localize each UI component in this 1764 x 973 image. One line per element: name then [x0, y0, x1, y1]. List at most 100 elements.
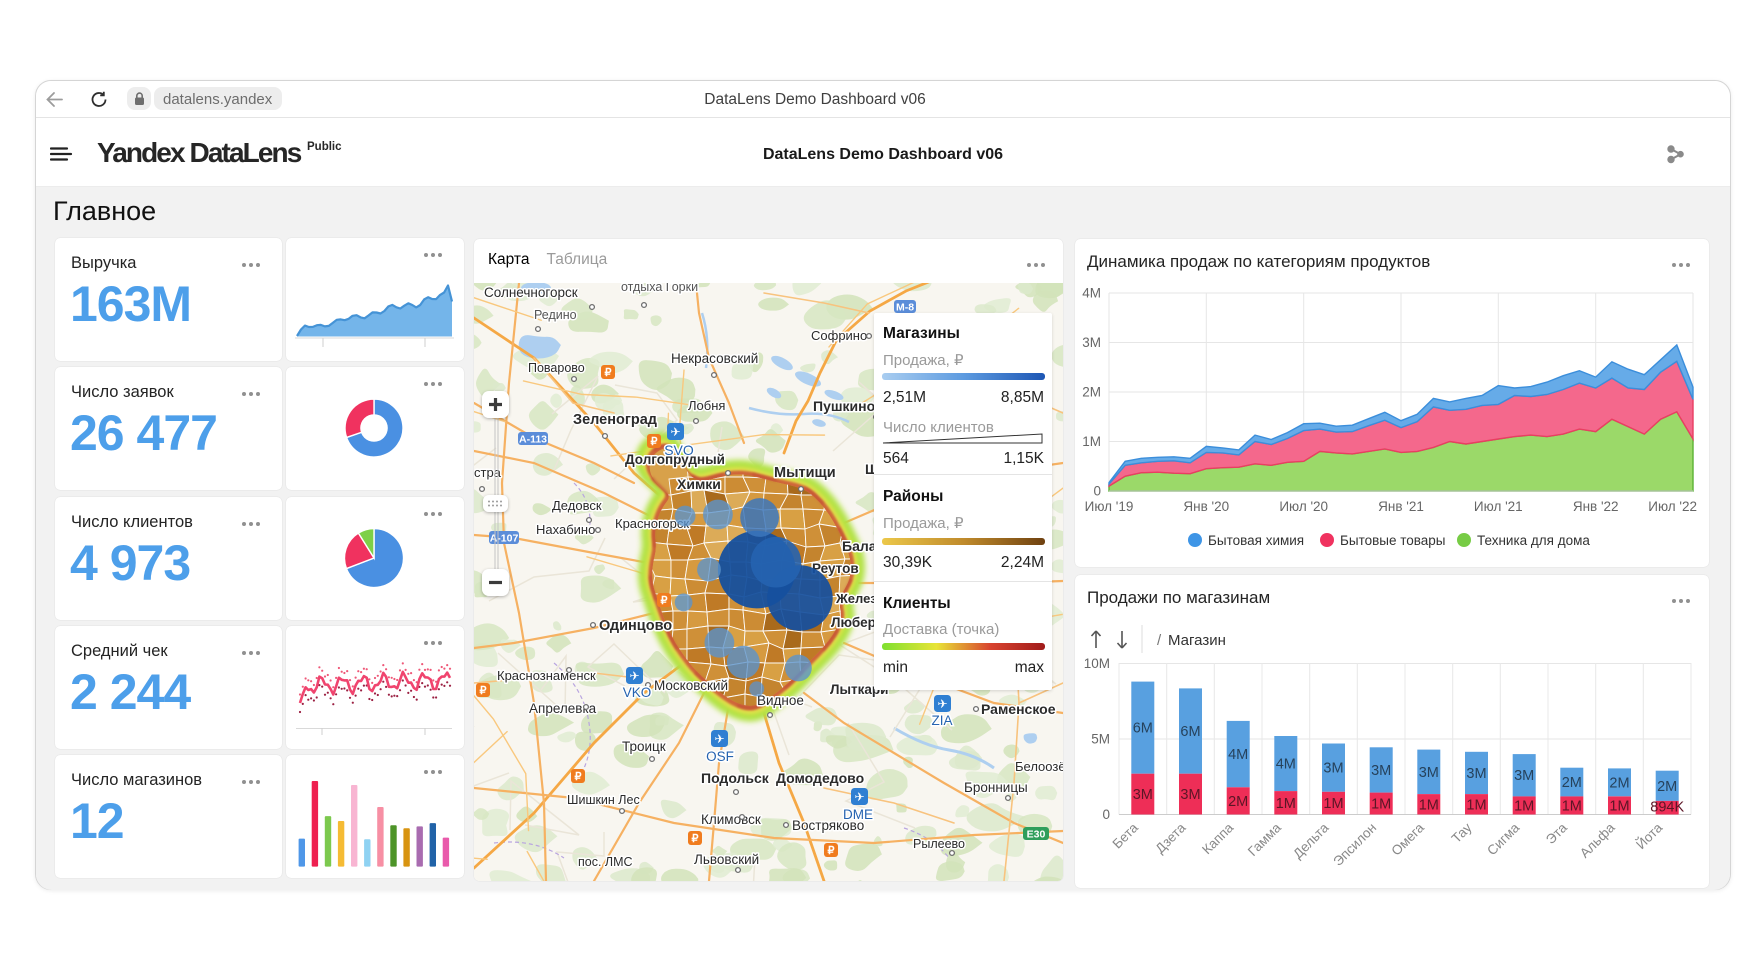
svg-text:1M: 1M [1466, 797, 1486, 813]
svg-text:₽: ₽ [692, 833, 699, 845]
svg-text:Краснознаменск: Краснознаменск [497, 668, 596, 683]
svg-text:DME: DME [843, 807, 873, 822]
svg-text:Подольск: Подольск [701, 770, 770, 786]
svg-text:3M: 3M [1419, 765, 1439, 781]
svg-text:2M: 2M [1228, 794, 1248, 810]
svg-text:Видное: Видное [757, 693, 804, 708]
svg-text:Рылеево: Рылеево [913, 837, 965, 851]
svg-text:2M: 2M [1657, 779, 1677, 795]
svg-text:VKO: VKO [623, 685, 652, 700]
svg-text:₽: ₽ [828, 845, 835, 857]
svg-text:Дзета: Дзета [1152, 820, 1189, 857]
svg-text:Альфа: Альфа [1577, 820, 1618, 861]
svg-text:2M: 2M [1609, 775, 1629, 791]
svg-text:Июл '20: Июл '20 [1279, 499, 1328, 514]
svg-text:✈: ✈ [714, 732, 724, 746]
svg-text:₽: ₽ [605, 367, 612, 379]
svg-text:Июл '21: Июл '21 [1474, 499, 1523, 514]
svg-text:1M: 1M [1371, 797, 1391, 813]
svg-text:✈: ✈ [670, 425, 680, 439]
svg-text:А-107: А-107 [490, 533, 519, 545]
svg-text:1M: 1M [1562, 798, 1582, 814]
svg-text:Шишкин Лес: Шишкин Лес [567, 793, 640, 807]
svg-text:4M: 4M [1228, 747, 1248, 763]
svg-text:✈: ✈ [937, 697, 947, 711]
svg-text:Одинцово: Одинцово [599, 618, 672, 634]
svg-text:Йота: Йота [1633, 820, 1665, 852]
svg-text:1M: 1M [1276, 796, 1296, 812]
svg-text:А-113: А-113 [519, 434, 547, 446]
svg-text:Июл '22: Июл '22 [1648, 499, 1697, 514]
svg-text:1M: 1M [1082, 434, 1101, 449]
svg-text:Каппа: Каппа [1199, 820, 1236, 857]
svg-text:4M: 4M [1082, 286, 1101, 301]
svg-text:Янв '20: Янв '20 [1183, 499, 1229, 514]
svg-text:Июл '19: Июл '19 [1085, 499, 1134, 514]
svg-text:6M: 6M [1180, 724, 1200, 740]
svg-text:Бета: Бета [1109, 820, 1141, 852]
svg-text:Бытовые товары: Бытовые товары [1340, 533, 1446, 548]
svg-text:0: 0 [1102, 807, 1110, 822]
svg-text:Солнечногорск: Солнечногорск [484, 285, 578, 300]
svg-text:Дедовск: Дедовск [552, 498, 602, 513]
svg-text:3M: 3M [1514, 768, 1534, 784]
svg-text:Белоозёр: Белоозёр [1015, 759, 1063, 774]
svg-text:4M: 4M [1276, 757, 1296, 773]
svg-text:Домодедово: Домодедово [776, 770, 864, 786]
svg-text:6M: 6M [1133, 721, 1153, 737]
svg-text:Бронницы: Бронницы [964, 780, 1028, 795]
svg-text:Дельта: Дельта [1290, 820, 1332, 862]
svg-text:E30: E30 [1027, 829, 1046, 841]
svg-text:2M: 2M [1082, 385, 1101, 400]
svg-text:Лобня: Лобня [688, 398, 725, 413]
svg-text:✈: ✈ [629, 669, 639, 683]
svg-text:пос. ЛМС: пос. ЛМС [578, 855, 633, 869]
svg-text:1M: 1M [1609, 798, 1629, 814]
svg-text:ZIA: ZIA [931, 713, 952, 728]
svg-text:₽: ₽ [651, 436, 658, 448]
svg-text:3M: 3M [1371, 763, 1391, 779]
svg-text:Пушкино: Пушкино [813, 398, 875, 414]
svg-text:1M: 1M [1514, 798, 1534, 814]
svg-text:Техника для дома: Техника для дома [1477, 533, 1590, 548]
svg-text:Эта: Эта [1543, 820, 1570, 847]
svg-text:Московский: Московский [654, 678, 728, 693]
svg-text:Львовский: Львовский [694, 852, 759, 867]
svg-text:OSF: OSF [706, 749, 734, 764]
svg-text:₽: ₽ [480, 685, 487, 697]
svg-text:Поварово: Поварово [528, 361, 585, 375]
svg-text:Редино: Редино [534, 308, 577, 322]
svg-text:1M: 1M [1419, 797, 1439, 813]
svg-text:Климовск: Климовск [701, 812, 761, 827]
svg-text:Эпсилон: Эпсилон [1330, 820, 1379, 869]
svg-text:0: 0 [1093, 484, 1101, 499]
svg-text:10M: 10M [1084, 656, 1110, 671]
svg-text:Омега: Омега [1388, 820, 1427, 859]
svg-text:2M: 2M [1562, 775, 1582, 791]
svg-text:Троицк: Троицк [622, 739, 666, 754]
svg-text:3M: 3M [1133, 787, 1153, 803]
svg-text:Бытовая химия: Бытовая химия [1208, 533, 1304, 548]
svg-text:Гамма: Гамма [1245, 820, 1284, 859]
svg-text:/: / [1157, 632, 1162, 649]
svg-text:Раменское: Раменское [981, 701, 1056, 717]
svg-text:Янв '21: Янв '21 [1378, 499, 1424, 514]
svg-text:3M: 3M [1082, 335, 1101, 350]
svg-text:✈: ✈ [854, 790, 864, 804]
svg-text:₽: ₽ [575, 771, 582, 783]
svg-text:894K: 894K [1650, 800, 1684, 816]
svg-text:Софрино: Софрино [811, 328, 867, 343]
svg-text:М-8: М-8 [896, 302, 914, 314]
svg-text:Янв '22: Янв '22 [1573, 499, 1619, 514]
svg-text:Некрасовский: Некрасовский [671, 351, 758, 366]
svg-text:Мытищи: Мытищи [774, 465, 836, 481]
svg-text:отдыха Горки: отдыха Горки [621, 283, 698, 294]
svg-text:3M: 3M [1180, 787, 1200, 803]
svg-text:5M: 5M [1091, 732, 1110, 747]
svg-text:Тау: Тау [1449, 820, 1475, 846]
svg-text:Магазин: Магазин [1168, 632, 1226, 649]
svg-text:Нахабино: Нахабино [536, 522, 595, 537]
svg-text:₽: ₽ [661, 595, 668, 607]
svg-text:3M: 3M [1466, 766, 1486, 782]
svg-text:Зеленоград: Зеленоград [573, 412, 657, 428]
